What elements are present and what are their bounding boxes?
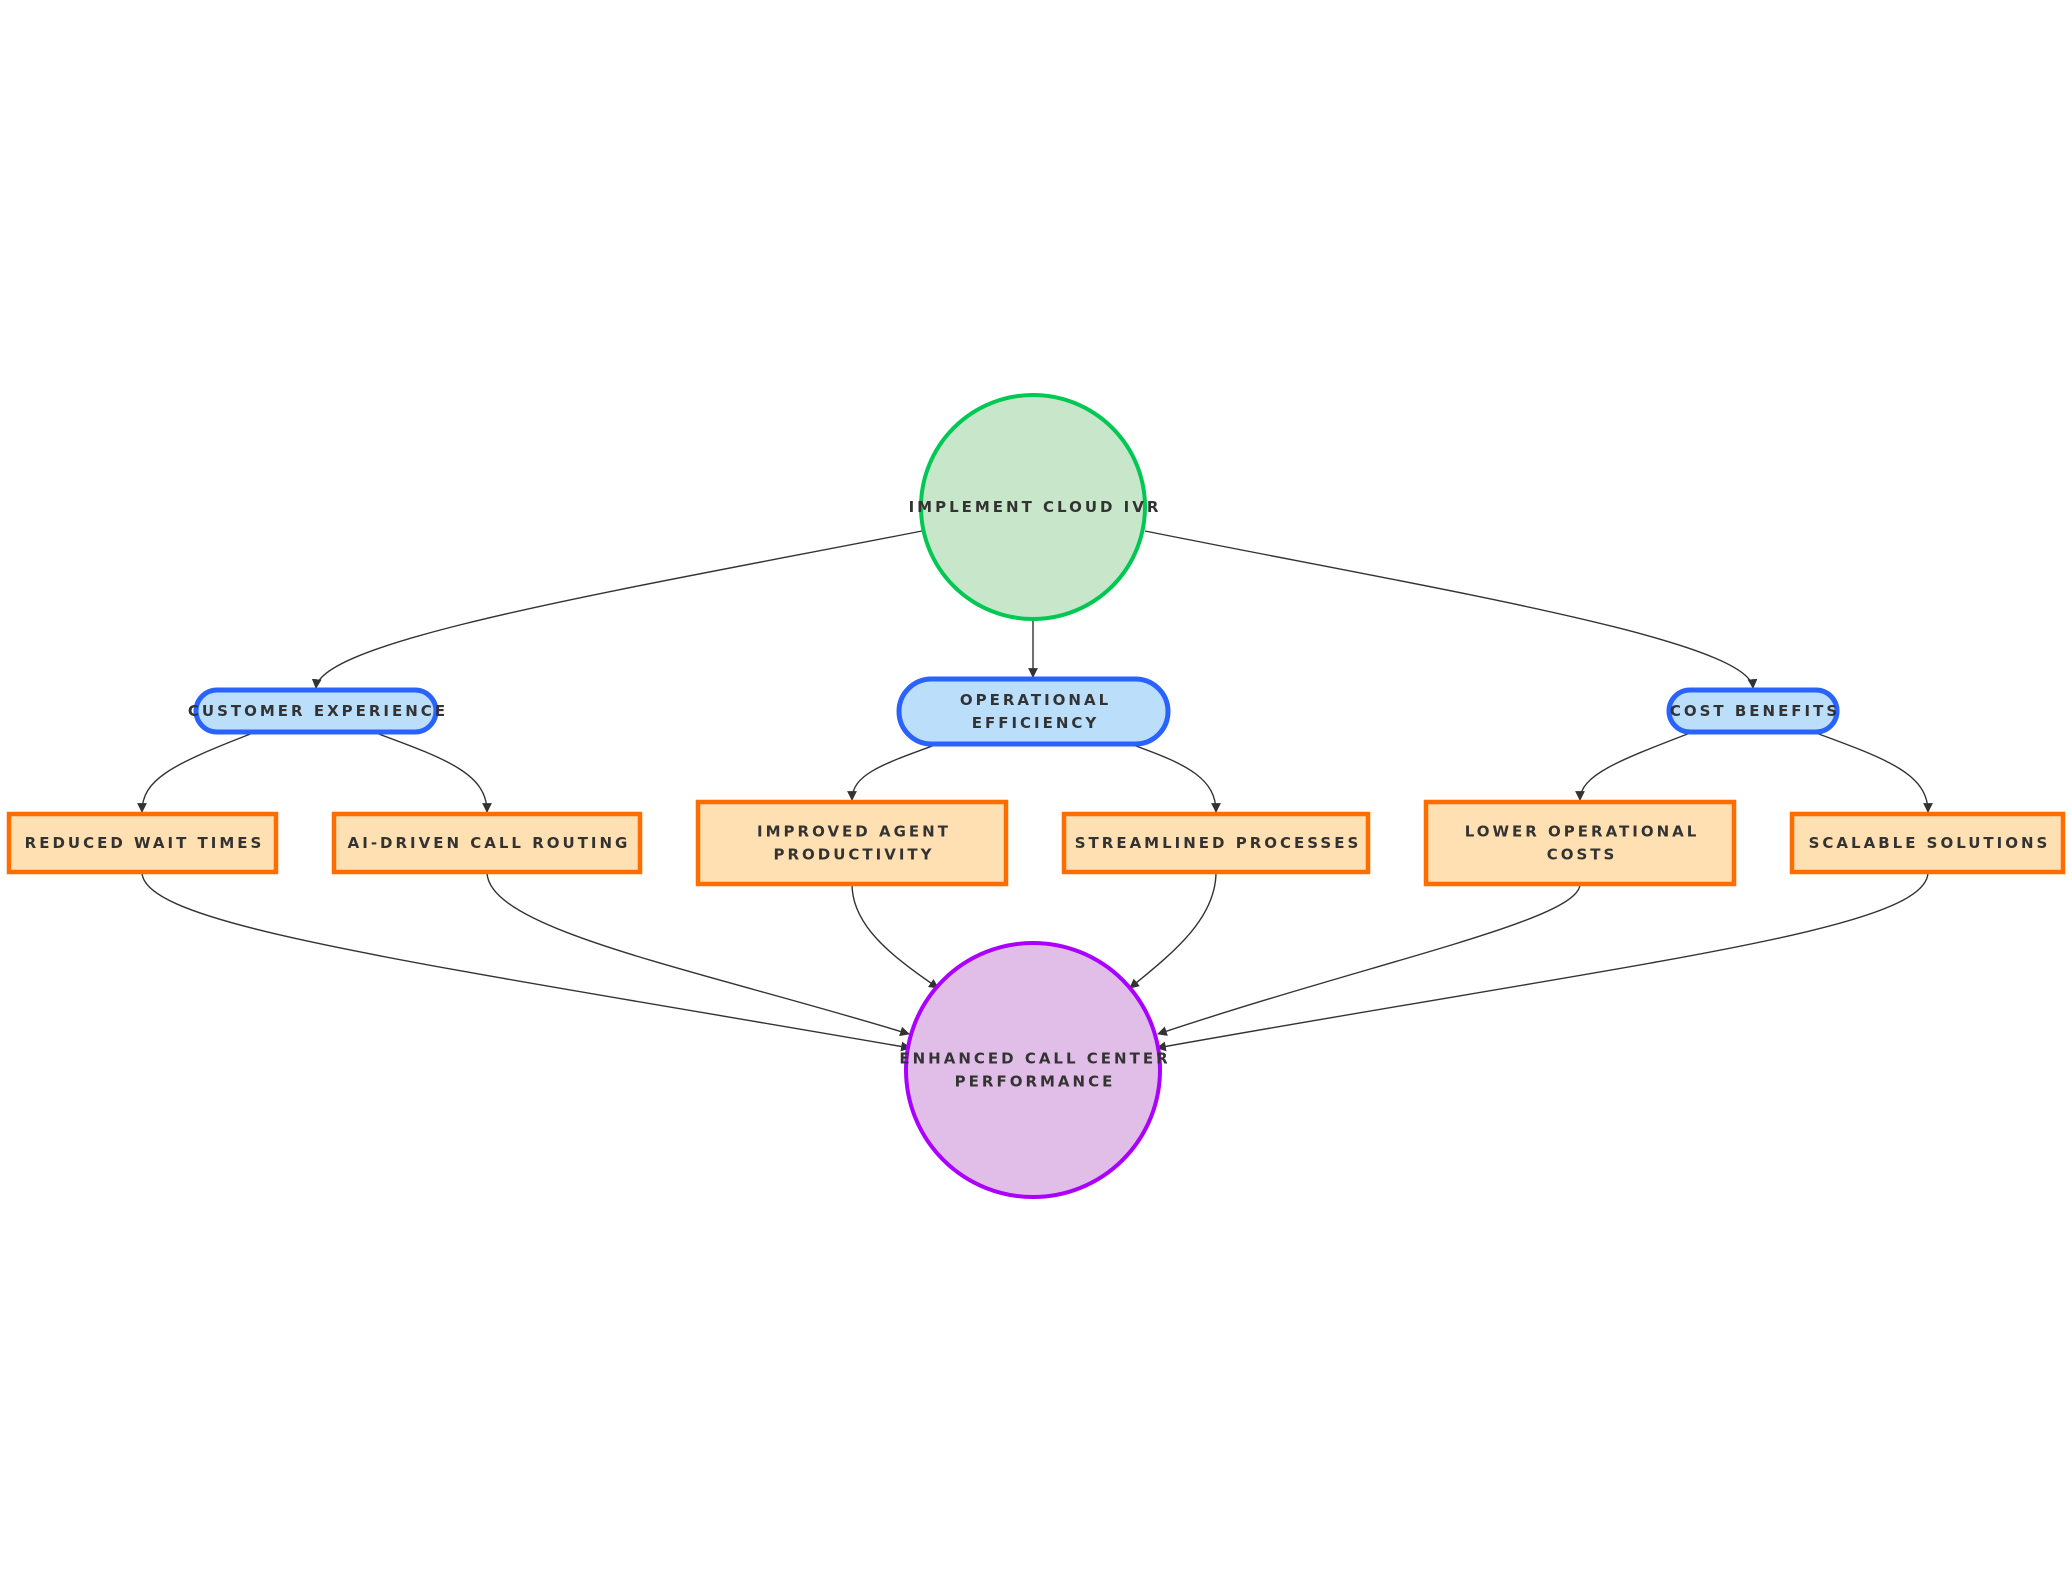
node-start[interactable]: IMPLEMENT CLOUD IVR bbox=[909, 393, 1162, 621]
node-sp[interactable]: STREAMLINED PROCESSES bbox=[1061, 811, 1371, 875]
edge-cx-rwt bbox=[137, 732, 254, 813]
node-cx[interactable]: CUSTOMER EXPERIENCE bbox=[188, 687, 448, 735]
node-label: OPERATIONAL bbox=[960, 691, 1111, 709]
node-label: COSTS bbox=[1547, 846, 1618, 864]
node-rwt[interactable]: REDUCED WAIT TIMES bbox=[6, 811, 279, 875]
edge-ai-end bbox=[486, 871, 910, 1037]
edge-iap-end bbox=[851, 883, 939, 989]
flowchart-canvas: IMPLEMENT CLOUD IVR CUSTOMER EXPERIENCE OP… bbox=[6, 393, 2066, 1199]
node-shape bbox=[1423, 799, 1737, 887]
edge-oe-sp bbox=[1132, 744, 1221, 813]
node-label: REDUCED WAIT TIMES bbox=[25, 834, 265, 852]
node-label: EFFICIENCY bbox=[972, 714, 1100, 732]
edge-rwt-end bbox=[141, 871, 911, 1052]
edge-sp-end bbox=[1129, 871, 1217, 989]
edge-oe-iap bbox=[847, 744, 936, 801]
node-ai[interactable]: AI-DRIVEN CALL ROUTING bbox=[331, 811, 643, 875]
node-end[interactable]: ENHANCED CALL CENTER PERFORMANCE bbox=[899, 941, 1170, 1199]
node-oe[interactable]: OPERATIONAL EFFICIENCY bbox=[896, 676, 1171, 747]
edge-cb-ss bbox=[1815, 732, 1933, 813]
node-label: IMPROVED AGENT bbox=[757, 823, 951, 841]
edge-cx-ai bbox=[375, 732, 492, 813]
edge-start-cx bbox=[311, 530, 923, 689]
node-iap[interactable]: IMPROVED AGENT PRODUCTIVITY bbox=[695, 799, 1009, 887]
node-shape bbox=[896, 676, 1171, 747]
edge-ss-end bbox=[1156, 871, 1929, 1052]
node-ss[interactable]: SCALABLE SOLUTIONS bbox=[1789, 811, 2066, 875]
node-loc[interactable]: LOWER OPERATIONAL COSTS bbox=[1423, 799, 1737, 887]
node-shape bbox=[904, 941, 1162, 1199]
edge-start-cb bbox=[1144, 530, 1758, 689]
node-label: ENHANCED CALL CENTER bbox=[899, 1050, 1170, 1068]
node-label: AI-DRIVEN CALL ROUTING bbox=[348, 834, 631, 852]
node-label: CUSTOMER EXPERIENCE bbox=[188, 702, 448, 720]
edge-cb-loc bbox=[1575, 732, 1691, 801]
node-label: COST BENEFITS bbox=[1670, 702, 1840, 720]
node-label: PERFORMANCE bbox=[955, 1073, 1116, 1091]
node-cb[interactable]: COST BENEFITS bbox=[1666, 687, 1840, 735]
nodes-layer: IMPLEMENT CLOUD IVR CUSTOMER EXPERIENCE OP… bbox=[6, 393, 2066, 1199]
node-label: PRODUCTIVITY bbox=[773, 846, 934, 864]
node-shape bbox=[695, 799, 1009, 887]
node-label: STREAMLINED PROCESSES bbox=[1075, 834, 1362, 852]
node-label: IMPLEMENT CLOUD IVR bbox=[909, 498, 1162, 516]
node-label: SCALABLE SOLUTIONS bbox=[1809, 834, 2051, 852]
node-label: LOWER OPERATIONAL bbox=[1465, 823, 1700, 841]
